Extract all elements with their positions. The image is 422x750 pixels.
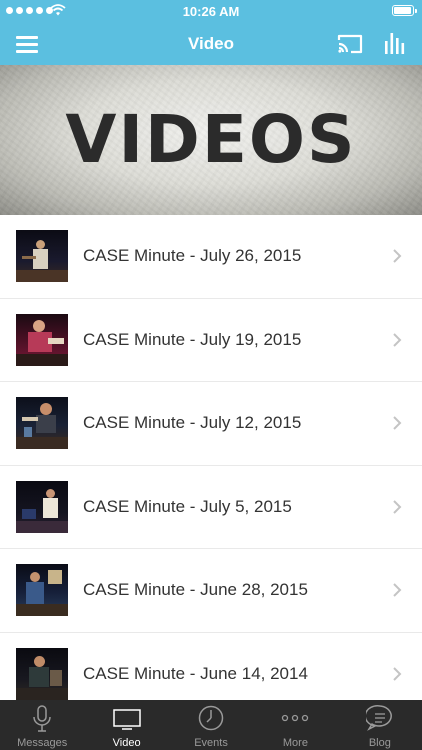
tab-label: Messages	[17, 737, 68, 749]
tab-video[interactable]: Video	[84, 700, 168, 750]
status-bar: 10:26 AM	[0, 0, 422, 22]
chevron-right-icon	[393, 332, 402, 347]
chevron-right-icon	[393, 583, 402, 597]
microphone-icon	[33, 705, 51, 732]
tab-label: Events	[194, 737, 228, 749]
cast-icon[interactable]	[336, 32, 364, 56]
banner-title: VIDEOS	[65, 101, 357, 178]
video-thumbnail	[16, 647, 68, 700]
clock-icon	[198, 705, 224, 731]
video-title: CASE Minute - July 12, 2015	[83, 413, 302, 432]
more-dots-icon	[282, 714, 309, 722]
video-thumbnail	[16, 564, 68, 616]
nav-bar: Video	[0, 22, 422, 65]
status-time: 10:26 AM	[182, 4, 240, 19]
tv-icon	[112, 709, 141, 730]
video-row[interactable]: CASE Minute - June 28, 2015	[0, 549, 422, 633]
chevron-right-icon	[393, 416, 402, 430]
video-thumbnail	[16, 313, 68, 366]
video-row[interactable]: CASE Minute - July 5, 2015	[0, 465, 422, 549]
video-row[interactable]: CASE Minute - July 19, 2015	[0, 298, 422, 382]
battery-icon	[392, 5, 417, 16]
chevron-right-icon	[393, 249, 402, 263]
video-thumbnail	[16, 230, 68, 282]
video-title: CASE Minute - June 14, 2014	[83, 663, 308, 683]
video-title: CASE Minute - June 28, 2015	[83, 580, 308, 599]
video-title: CASE Minute - July 19, 2015	[83, 329, 302, 349]
tab-bar: Messages Video Events More Blog	[0, 700, 422, 750]
chevron-right-icon	[393, 666, 402, 681]
tab-more[interactable]: More	[253, 700, 337, 750]
chat-bubble-icon	[365, 705, 392, 731]
stats-icon[interactable]	[382, 30, 408, 56]
tab-label: Blog	[368, 737, 391, 749]
video-list: CASE Minute - July 26, 2015 CASE Minute …	[0, 215, 422, 716]
tab-messages[interactable]: Messages	[0, 700, 84, 750]
video-row[interactable]: CASE Minute - July 26, 2015	[0, 215, 422, 299]
tab-label: More	[282, 737, 308, 749]
chevron-right-icon	[393, 499, 402, 514]
tab-label: Video	[112, 737, 141, 749]
tab-blog[interactable]: Blog	[338, 700, 422, 750]
video-row[interactable]: CASE Minute - July 12, 2015	[0, 382, 422, 466]
video-title: CASE Minute - July 26, 2015	[83, 246, 302, 265]
tab-events[interactable]: Events	[169, 700, 253, 750]
video-thumbnail	[16, 480, 68, 533]
videos-banner: VIDEOS	[0, 65, 422, 215]
video-title: CASE Minute - July 5, 2015	[83, 496, 292, 516]
video-thumbnail	[16, 397, 68, 449]
